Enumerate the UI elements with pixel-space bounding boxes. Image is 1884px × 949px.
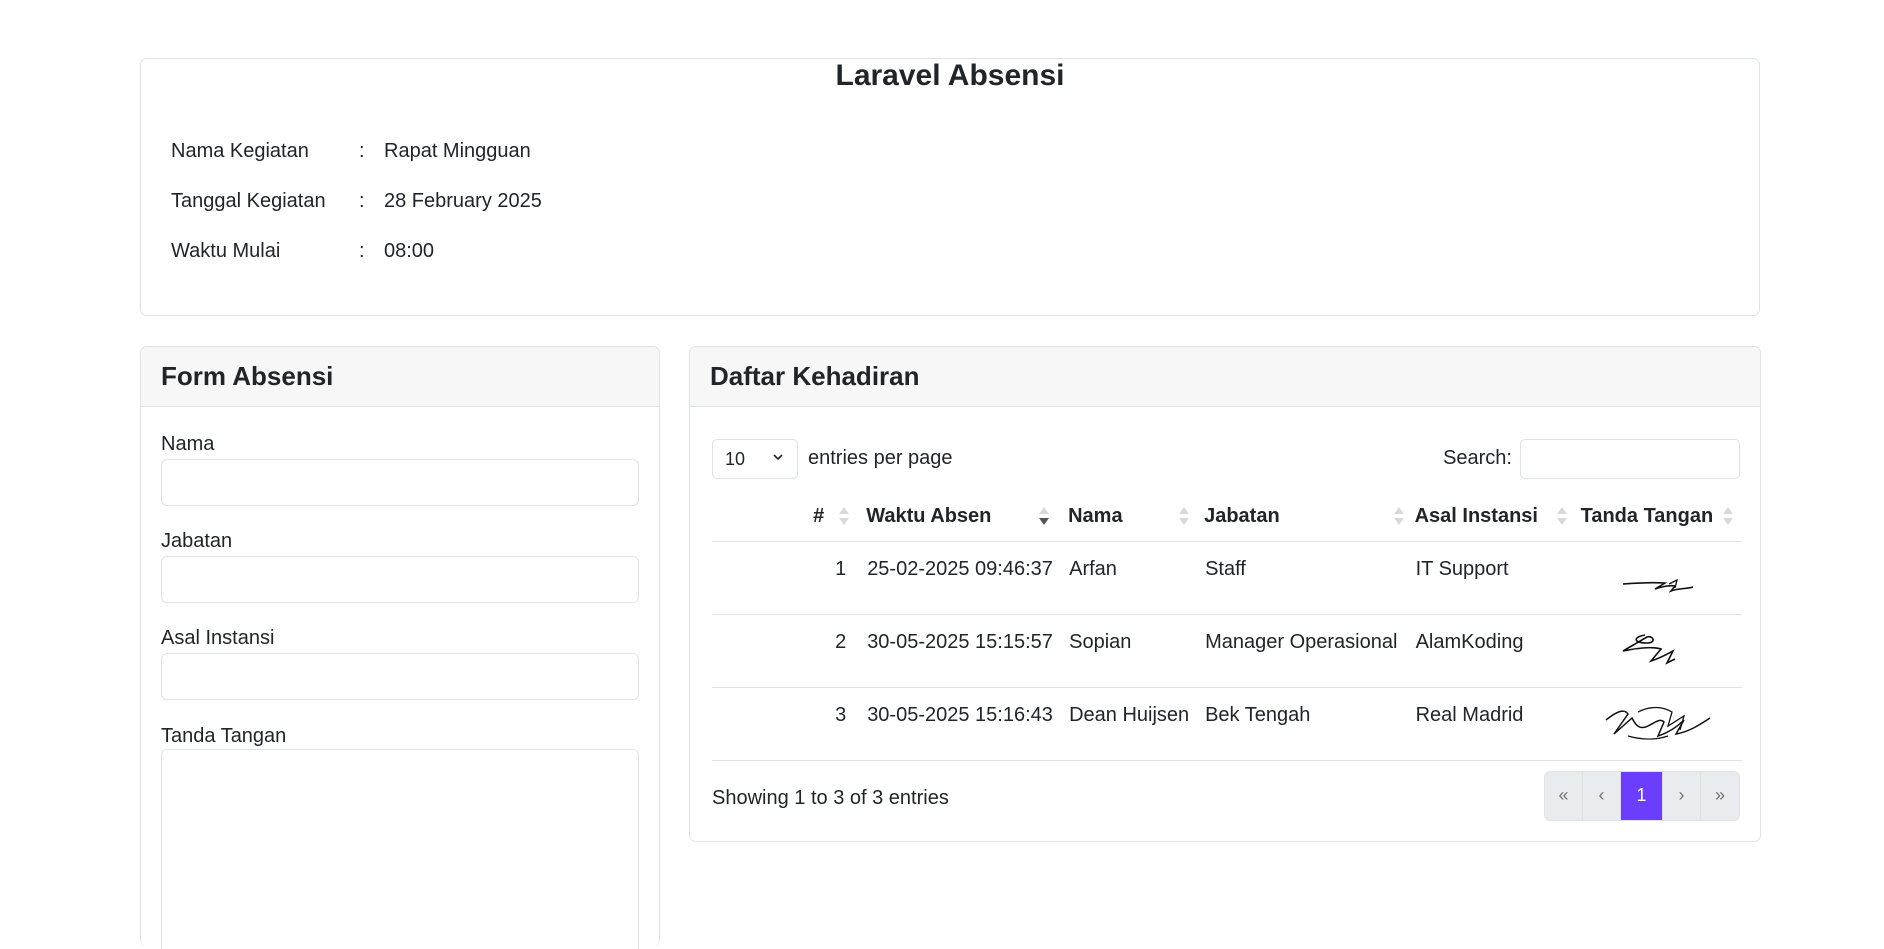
cell-nama: Sopian [1068,614,1205,688]
info-label: Waktu Mulai [171,240,281,262]
cell-no: 1 [712,541,867,615]
signature-image [1622,578,1694,593]
info-row-tanggal-kegiatan: Tanggal Kegiatan:28 February 2025 [171,187,542,215]
cell-no: 3 [712,687,867,761]
search-input[interactable] [1520,439,1740,479]
cell-waktu: 30-05-2025 15:16:43 [866,687,1069,761]
column-header-waktu-absen[interactable]: Waktu Absen [866,491,1069,542]
nama-label: Nama [161,433,215,455]
info-label: Tanggal Kegiatan [171,190,326,212]
cell-waktu: 30-05-2025 15:15:57 [866,614,1069,688]
nama-input[interactable] [161,459,639,506]
sort-icon [1393,507,1404,525]
entries-per-page-value: 10 [725,449,746,469]
info-colon: : [359,140,365,162]
table-row: 1 25-02-2025 09:46:37 Arfan Staff IT Sup… [712,541,1742,615]
signature-image [1605,706,1711,740]
list-card-title: Daftar Kehadiran [690,347,1760,407]
column-label: Asal Instansi [1414,504,1538,527]
sort-desc-icon [1039,507,1050,525]
column-label: Nama [1068,504,1123,527]
cell-instansi: AlamKoding [1414,614,1574,688]
column-label: # [813,504,825,527]
attendance-table: # Waktu Absen Nama Jabatan Asal Instansi [712,491,1742,761]
info-colon: : [359,240,365,262]
cell-no: 2 [712,614,867,688]
attendance-list-card: Daftar Kehadiran 10 entries per page Sea… [689,346,1761,842]
table-info-text: Showing 1 to 3 of 3 entries [712,787,949,809]
cell-jabatan: Staff [1204,541,1415,615]
entries-per-page-select[interactable]: 10 [712,439,798,479]
cell-nama: Arfan [1068,541,1205,615]
jabatan-input[interactable] [161,556,639,603]
page-title: Laravel Absensi [835,59,1065,92]
cell-nama: Dean Huijsen [1068,687,1205,761]
search-label: Search: [1443,447,1512,469]
entries-per-page-label: entries per page [808,447,953,469]
info-value: Rapat Mingguan [384,140,531,162]
column-header-no[interactable]: # [712,491,867,542]
tanda-tangan-label: Tanda Tangan [161,725,287,747]
column-header-asal-instansi[interactable]: Asal Instansi [1414,491,1574,542]
form-card-title: Form Absensi [141,347,659,407]
pagination-page-1-button[interactable]: 1 [1621,772,1663,820]
column-header-nama[interactable]: Nama [1068,491,1205,542]
info-row-nama-kegiatan: Nama Kegiatan: Rapat Mingguan [171,137,531,165]
cell-instansi: IT Support [1414,541,1574,615]
pagination-next-button[interactable]: › [1663,772,1701,820]
attendance-form-card: Form Absensi Nama Jabatan Asal Instansi … [140,346,660,949]
table-row: 3 30-05-2025 15:16:43 Dean Huijsen Bek T… [712,687,1742,761]
asal-instansi-label: Asal Instansi [161,627,275,649]
signature-image [1622,634,1676,665]
pagination-prev-button[interactable]: ‹ [1583,772,1621,820]
pagination: « ‹ 1 › » [1544,771,1740,821]
column-label: Waktu Absen [866,504,992,527]
info-row-waktu-mulai: Waktu Mulai:08:00 [171,237,434,265]
sort-icon [1723,507,1733,525]
table-header-row: # Waktu Absen Nama Jabatan Asal Instansi [712,491,1742,542]
event-info-card: Laravel Absensi Nama Kegiatan: Rapat Ming… [140,58,1760,316]
jabatan-label: Jabatan [161,530,233,552]
signature-pad[interactable] [161,749,639,949]
cell-signature [1573,541,1742,615]
info-colon: : [359,190,365,212]
cell-signature [1573,687,1742,761]
pagination-last-button[interactable]: » [1701,772,1739,820]
column-label: Jabatan [1204,504,1280,527]
info-value: 08:00 [384,240,435,262]
sort-icon [1179,507,1190,525]
info-value: 28 February 2025 [384,190,542,212]
column-header-jabatan[interactable]: Jabatan [1204,491,1415,542]
cell-jabatan: Bek Tengah [1204,687,1415,761]
cell-signature [1573,614,1742,688]
cell-instansi: Real Madrid [1414,687,1574,761]
info-label: Nama Kegiatan [171,140,309,162]
cell-waktu: 25-02-2025 09:46:37 [866,541,1069,615]
sort-icon [839,507,850,525]
sort-icon [1556,507,1567,525]
asal-instansi-input[interactable] [161,653,639,700]
column-header-tanda-tangan[interactable]: Tanda Tangan [1573,491,1742,542]
cell-jabatan: Manager Operasional [1204,614,1415,688]
chevron-down-icon [773,454,783,461]
pagination-first-button[interactable]: « [1545,772,1583,820]
column-label: Tanda Tangan [1580,504,1714,527]
table-row: 2 30-05-2025 15:15:57 Sopian Manager Ope… [712,614,1742,688]
